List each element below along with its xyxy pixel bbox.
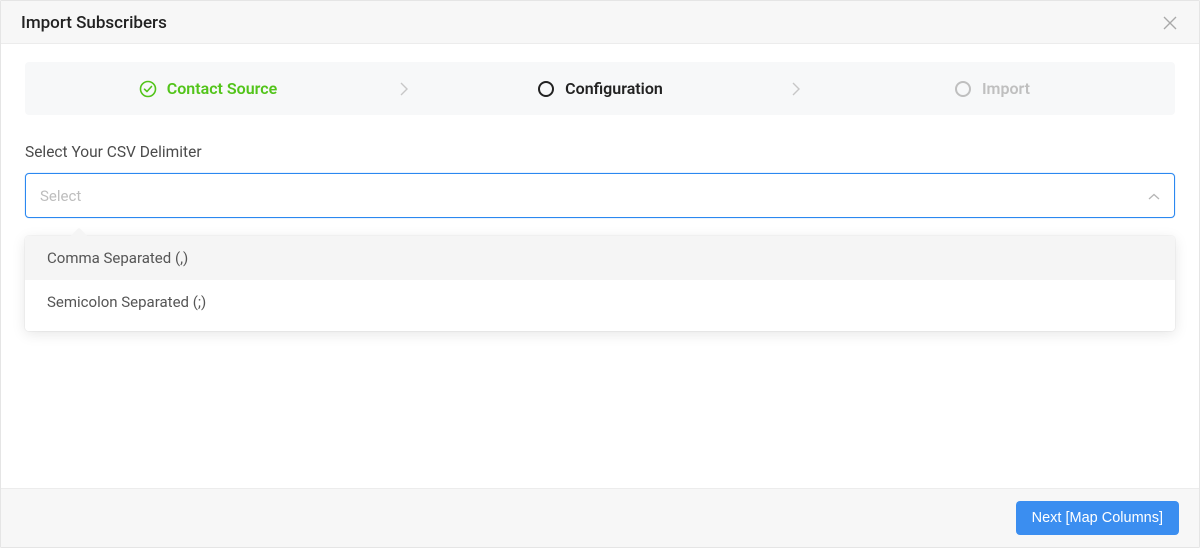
chevron-up-icon (1148, 186, 1160, 205)
delimiter-select[interactable]: Select (25, 173, 1175, 218)
step-label: Configuration (565, 79, 663, 98)
chevron-right-icon (391, 82, 417, 96)
check-circle-icon (139, 80, 157, 98)
modal-title: Import Subscribers (21, 13, 167, 33)
option-label: Comma Separated (,) (47, 249, 188, 267)
select-placeholder: Select (40, 187, 81, 205)
step-configuration[interactable]: Configuration (417, 79, 783, 98)
circle-icon (537, 80, 555, 98)
close-icon (1163, 16, 1177, 30)
step-label: Import (982, 79, 1030, 98)
modal-footer: Next [Map Columns] (1, 488, 1199, 547)
circle-icon (954, 80, 972, 98)
step-label: Contact Source (167, 79, 277, 98)
modal-header: Import Subscribers (1, 1, 1199, 44)
next-button[interactable]: Next [Map Columns] (1016, 501, 1179, 535)
close-button[interactable] (1161, 14, 1179, 32)
step-contact-source[interactable]: Contact Source (25, 79, 391, 98)
delimiter-dropdown: Comma Separated (,) Semicolon Separated … (25, 236, 1175, 331)
option-label: Semicolon Separated (;) (47, 293, 206, 311)
option-comma[interactable]: Comma Separated (,) (25, 236, 1175, 280)
option-semicolon[interactable]: Semicolon Separated (;) (25, 280, 1175, 331)
stepper: Contact Source Configuration (25, 62, 1175, 115)
step-import[interactable]: Import (809, 79, 1175, 98)
delimiter-field-label: Select Your CSV Delimiter (25, 143, 1175, 161)
modal-body: Contact Source Configuration (1, 44, 1199, 488)
chevron-right-icon (783, 82, 809, 96)
import-subscribers-modal: Import Subscribers Contact Source (0, 0, 1200, 548)
delimiter-select-wrap: Select Comma Separated (,) Semicolon Sep… (25, 173, 1175, 218)
